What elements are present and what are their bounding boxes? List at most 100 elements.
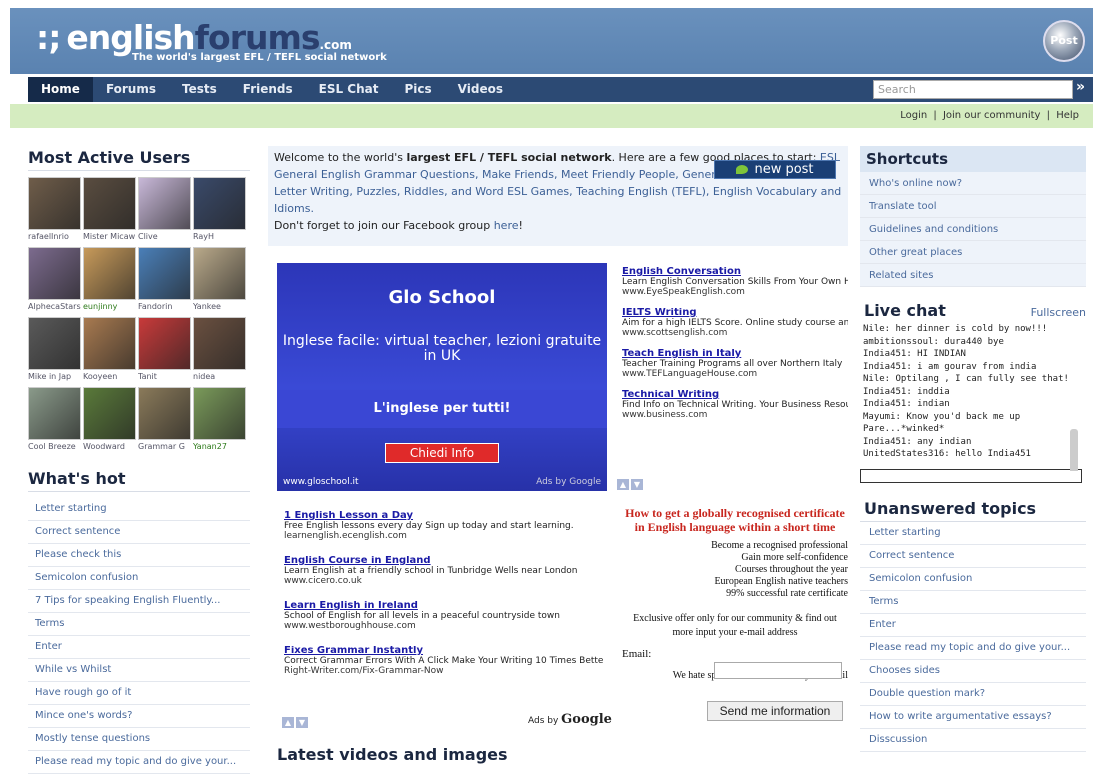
login-link[interactable]: Login xyxy=(900,110,927,121)
hot-topic-link[interactable]: Correct sentence xyxy=(28,521,250,544)
nav-esl-chat[interactable]: ESL Chat xyxy=(306,77,392,102)
hot-topic-link[interactable]: Enter xyxy=(28,636,250,659)
unanswered-topic-link[interactable]: Double question mark? xyxy=(860,683,1086,706)
user-card[interactable]: Yankee xyxy=(193,247,248,315)
ad-title-link[interactable]: Technical Writing xyxy=(622,390,848,400)
avatar[interactable] xyxy=(138,247,191,300)
username[interactable]: rafaelInrio xyxy=(28,232,82,241)
unanswered-topic-link[interactable]: Chooses sides xyxy=(860,660,1086,683)
user-card[interactable]: rafaelInrio xyxy=(28,177,83,245)
fullscreen-link[interactable]: Fullscreen xyxy=(1031,306,1086,319)
username[interactable]: AlphecaStars xyxy=(28,302,82,311)
user-card[interactable]: AlphecaStars xyxy=(28,247,83,315)
banner-cta-button[interactable]: Chiedi Info xyxy=(385,443,499,463)
user-card[interactable]: Tanit xyxy=(138,317,193,385)
text-ad[interactable]: Fixes Grammar Instantly Correct Grammar E… xyxy=(284,646,604,676)
help-link[interactable]: Help xyxy=(1056,110,1079,121)
shortcut-link[interactable]: Related sites xyxy=(860,264,1086,287)
username[interactable]: eunjinny xyxy=(83,302,137,311)
nav-home[interactable]: Home xyxy=(28,77,93,102)
nav-pics[interactable]: Pics xyxy=(392,77,445,102)
ad-title-link[interactable]: Teach English in Italy xyxy=(622,349,848,359)
nav-tests[interactable]: Tests xyxy=(169,77,230,102)
unanswered-topic-link[interactable]: Letter starting xyxy=(860,522,1086,545)
shortcut-link[interactable]: Translate tool xyxy=(860,195,1086,218)
unanswered-topic-link[interactable]: Semicolon confusion xyxy=(860,568,1086,591)
username[interactable]: Yanan27 xyxy=(193,442,247,451)
text-ad[interactable]: 1 English Lesson a Day Free English lesso… xyxy=(284,511,604,541)
hot-topic-link[interactable]: Please check this xyxy=(28,544,250,567)
ad-title-link[interactable]: 1 English Lesson a Day xyxy=(284,511,604,521)
avatar[interactable] xyxy=(28,317,81,370)
hot-topic-link[interactable]: Have rough go of it xyxy=(28,682,250,705)
text-ad[interactable]: IELTS Writing Aim for a high IELTS Score.… xyxy=(622,308,848,338)
hot-topic-link[interactable]: Mince one's words? xyxy=(28,705,250,728)
unanswered-topic-link[interactable]: How to write argumentative essays? xyxy=(860,706,1086,729)
user-card[interactable]: Woodward xyxy=(83,387,138,455)
hot-topic-link[interactable]: Letter starting xyxy=(28,498,250,521)
avatar[interactable] xyxy=(83,317,136,370)
username[interactable]: Fandorin xyxy=(138,302,192,311)
user-card[interactable]: Kooyeen xyxy=(83,317,138,385)
hot-topic-link[interactable]: Terms xyxy=(28,613,250,636)
post-button[interactable]: Post xyxy=(1043,20,1085,62)
hot-topic-link[interactable]: While vs Whilst xyxy=(28,659,250,682)
user-card[interactable]: nidea xyxy=(193,317,248,385)
ad-prev-icon[interactable]: ▲ xyxy=(617,479,629,490)
avatar[interactable] xyxy=(193,177,246,230)
text-ad[interactable]: Teach English in Italy Teacher Training P… xyxy=(622,349,848,379)
username[interactable]: Cool Breeze xyxy=(28,442,82,451)
username[interactable]: Kooyeen xyxy=(83,372,137,381)
text-ad[interactable]: Technical Writing Find Info on Technical … xyxy=(622,390,848,420)
ad-next-icon[interactable]: ▼ xyxy=(296,717,308,728)
new-post-button[interactable]: new post xyxy=(714,160,836,179)
ad-title-link[interactable]: Learn English in Ireland xyxy=(284,601,604,611)
avatar[interactable] xyxy=(138,317,191,370)
user-card[interactable]: Fandorin xyxy=(138,247,193,315)
username[interactable]: RayH xyxy=(193,232,247,241)
ad-next-icon[interactable]: ▼ xyxy=(631,479,643,490)
ad-title-link[interactable]: English Course in England xyxy=(284,556,604,566)
username[interactable]: Yankee xyxy=(193,302,247,311)
user-card[interactable]: Mister Micaw xyxy=(83,177,138,245)
username[interactable]: Mike in Jap xyxy=(28,372,82,381)
shortcut-link[interactable]: Other great places xyxy=(860,241,1086,264)
user-card[interactable]: RayH xyxy=(193,177,248,245)
avatar[interactable] xyxy=(83,177,136,230)
ad-prev-icon[interactable]: ▲ xyxy=(282,717,294,728)
hot-topic-link[interactable]: Mostly tense questions xyxy=(28,728,250,751)
text-ad[interactable]: English Conversation Learn English Conver… xyxy=(622,267,848,297)
username[interactable]: Grammar G xyxy=(138,442,192,451)
hot-topic-link[interactable]: Please read my topic and do give your... xyxy=(28,751,250,774)
avatar[interactable] xyxy=(138,387,191,440)
avatar[interactable] xyxy=(83,387,136,440)
email-field[interactable] xyxy=(714,662,842,679)
avatar[interactable] xyxy=(193,247,246,300)
username[interactable]: nidea xyxy=(193,372,247,381)
ad-nav-arrows[interactable]: ▲ ▼ xyxy=(617,479,645,490)
ad-title-link[interactable]: Fixes Grammar Instantly xyxy=(284,646,604,656)
unanswered-topic-link[interactable]: Enter xyxy=(860,614,1086,637)
avatar[interactable] xyxy=(83,247,136,300)
username[interactable]: Tanit xyxy=(138,372,192,381)
avatar[interactable] xyxy=(193,387,246,440)
shortcut-link[interactable]: Guidelines and conditions xyxy=(860,218,1086,241)
hot-topic-link[interactable]: 7 Tips for speaking English Fluently... xyxy=(28,590,250,613)
search-input[interactable]: Search xyxy=(873,80,1073,99)
unanswered-topic-link[interactable]: Terms xyxy=(860,591,1086,614)
user-card[interactable]: Cool Breeze xyxy=(28,387,83,455)
glo-school-banner-ad[interactable]: Glo School Inglese facile: virtual teach… xyxy=(277,263,607,491)
shortcut-link[interactable]: Who's online now? xyxy=(860,172,1086,195)
nav-friends[interactable]: Friends xyxy=(230,77,306,102)
join-link[interactable]: Join our community xyxy=(943,110,1041,121)
ads-by-google[interactable]: Ads by Google xyxy=(528,712,612,727)
ad-title-link[interactable]: English Conversation xyxy=(622,267,848,277)
user-card[interactable]: Clive xyxy=(138,177,193,245)
username[interactable]: Clive xyxy=(138,232,192,241)
ad-title-link[interactable]: IELTS Writing xyxy=(622,308,848,318)
chat-input[interactable] xyxy=(860,469,1082,483)
search-go-icon[interactable]: » xyxy=(1076,79,1085,95)
nav-videos[interactable]: Videos xyxy=(445,77,516,102)
avatar[interactable] xyxy=(28,247,81,300)
unanswered-topic-link[interactable]: Please read my topic and do give your... xyxy=(860,637,1086,660)
